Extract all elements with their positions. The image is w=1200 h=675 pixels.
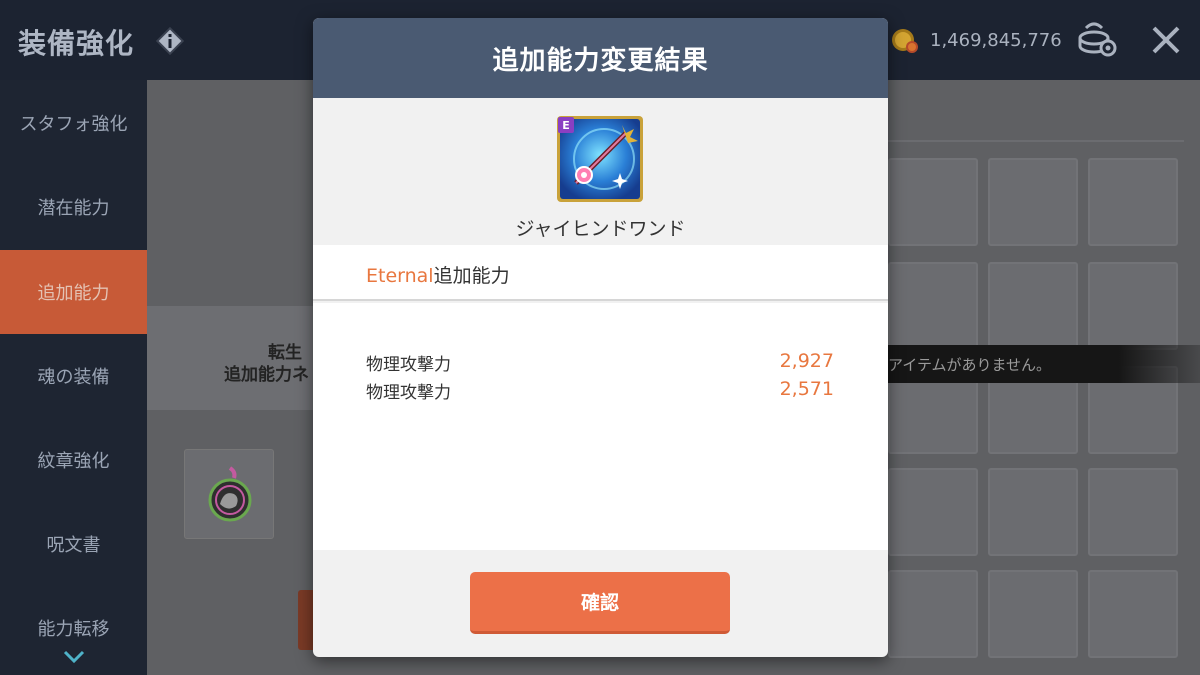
confirm-button[interactable]: 確認	[470, 572, 730, 634]
tab-underline	[888, 140, 1184, 142]
inventory-slot	[988, 468, 1078, 556]
stat-row: 物理攻撃力 2,571	[366, 378, 834, 404]
inventory-slot	[1088, 570, 1178, 658]
sidebar-item-soul-equipment[interactable]: 魂の装備	[0, 334, 147, 418]
sidebar-item-starforce[interactable]: スタフォ強化	[0, 81, 147, 165]
meso-coin-icon	[892, 29, 918, 53]
grade-badge: E	[562, 118, 570, 132]
page-title: 装備強化	[18, 27, 135, 60]
inventory-slot	[1088, 468, 1178, 556]
section-label: 追加能力	[433, 265, 510, 287]
stat-value: 2,571	[779, 378, 834, 400]
modal-title: 追加能力変更結果	[492, 45, 709, 76]
chevron-down-icon[interactable]	[62, 648, 86, 666]
close-icon[interactable]	[1146, 20, 1186, 60]
toast-message: アイテムがありません。	[888, 356, 1052, 374]
currency-amount: 1,469,845,776	[930, 30, 1062, 51]
result-modal: 追加能力変更結果 E ジャイヒンドワンド Eternal追加能力 物理攻撃力 2…	[313, 18, 888, 657]
inventory-slot	[1088, 158, 1178, 246]
stat-value: 2,927	[779, 350, 834, 372]
inventory-slot	[988, 262, 1078, 350]
inventory-slot	[1088, 262, 1178, 350]
inventory-slot	[988, 570, 1078, 658]
modal-header: 追加能力変更結果	[313, 18, 888, 98]
stats-list: 物理攻撃力 2,927 物理攻撃力 2,571	[313, 303, 888, 550]
section-header: Eternal追加能力	[313, 245, 888, 301]
stat-name: 物理攻撃力	[366, 355, 451, 375]
inventory-slot	[888, 262, 978, 350]
stat-row: 物理攻撃力 2,927	[366, 350, 834, 376]
grade-label: Eternal	[366, 265, 434, 287]
sidebar-item-scroll[interactable]: 呪文書	[0, 502, 147, 586]
inventory-slot	[988, 158, 1078, 246]
sidebar-item-emblem[interactable]: 紋章強化	[0, 418, 147, 502]
inventory-slot	[888, 158, 978, 246]
inventory-slot	[888, 468, 978, 556]
background-label-line2: 追加能力ネ	[224, 365, 309, 385]
sidebar-item-additional-ability[interactable]: 追加能力	[0, 250, 147, 334]
sidebar-item-potential[interactable]: 潜在能力	[0, 165, 147, 249]
inventory-slot	[888, 570, 978, 658]
section-title: Eternal追加能力	[366, 261, 510, 288]
emblem-item-icon	[208, 466, 252, 522]
stat-name: 物理攻撃力	[366, 383, 451, 403]
info-icon[interactable]	[155, 26, 185, 56]
coin-settings-icon[interactable]	[1074, 20, 1120, 60]
item-name: ジャイヒンドワンド	[515, 218, 686, 240]
